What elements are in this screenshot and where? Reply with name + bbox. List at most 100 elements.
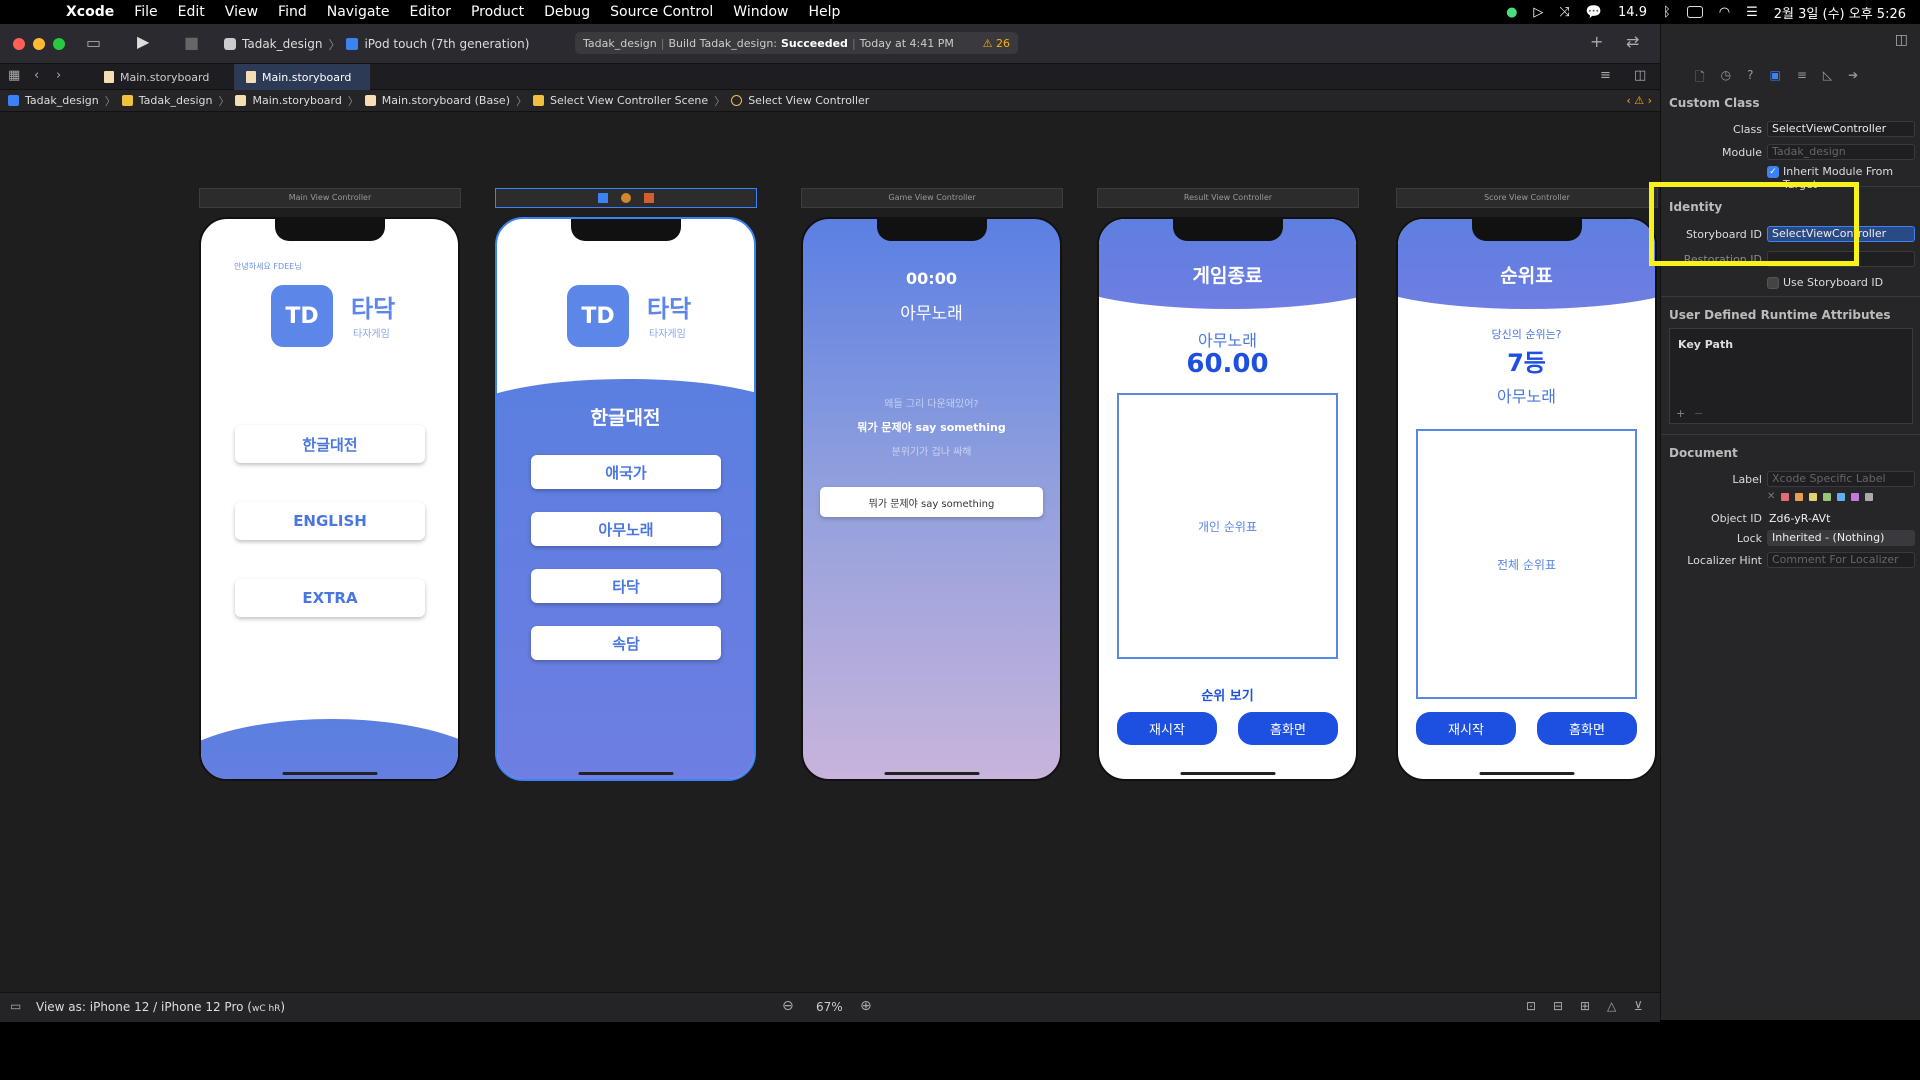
add-constraints-icon[interactable]: ⊞ bbox=[1580, 999, 1590, 1013]
scheme-selector[interactable]: Tadak_design 〉 iPod touch (7th generatio… bbox=[224, 34, 529, 54]
view-as-device-button[interactable]: View as: iPhone 12 / iPhone 12 Pro (wC h… bbox=[36, 1000, 285, 1014]
menu-edit[interactable]: Edit bbox=[168, 4, 215, 20]
localizer-hint-field[interactable]: Comment For Localizer bbox=[1767, 552, 1915, 568]
exit-icon[interactable] bbox=[643, 192, 654, 203]
minimize-window-button[interactable] bbox=[33, 38, 45, 50]
shuffle-icon[interactable]: ⤨ bbox=[1559, 5, 1569, 20]
chat-icon[interactable]: 💬 bbox=[1586, 5, 1602, 20]
song-button-aegukga[interactable]: 애국가 bbox=[531, 455, 721, 489]
menu-view[interactable]: View bbox=[215, 4, 268, 20]
scene-title-score[interactable]: Score View Controller bbox=[1396, 188, 1658, 208]
phone-game-view-controller[interactable]: 00:00 아무노래 왜들 그리 다운돼있어? 뭐가 문제야 say somet… bbox=[801, 217, 1062, 781]
resolve-autolayout-icon[interactable]: △ bbox=[1607, 999, 1616, 1013]
size-inspector-icon[interactable]: ◺ bbox=[1823, 68, 1832, 89]
toggle-inspector-icon[interactable]: ◫ bbox=[1895, 32, 1908, 48]
restart-button[interactable]: 재시작 bbox=[1117, 712, 1217, 745]
align-icon[interactable]: ⊟ bbox=[1553, 999, 1563, 1013]
remove-attribute-icon[interactable]: − bbox=[1694, 407, 1703, 420]
battery-text[interactable]: 14.9 bbox=[1618, 5, 1647, 20]
close-window-button[interactable] bbox=[13, 38, 25, 50]
module-field[interactable]: Tadak_design bbox=[1767, 144, 1915, 160]
menu-app-name[interactable]: Xcode bbox=[56, 4, 124, 20]
inherit-module-checkbox[interactable]: ✓ bbox=[1767, 166, 1779, 178]
zoom-window-button[interactable] bbox=[53, 38, 65, 50]
runtime-attributes-table[interactable]: Key Path + − bbox=[1669, 328, 1913, 424]
file-inspector-icon[interactable]: 🗋 bbox=[1695, 68, 1705, 89]
back-icon[interactable]: ‹ bbox=[34, 68, 39, 83]
menu-debug[interactable]: Debug bbox=[534, 4, 600, 20]
zoom-in-icon[interactable]: ⊕ bbox=[860, 998, 872, 1014]
storyboard-canvas[interactable]: Main View Controller Game View Controlle… bbox=[0, 112, 1660, 992]
english-button[interactable]: ENGLISH bbox=[235, 502, 425, 540]
connections-inspector-icon[interactable]: ➔ bbox=[1848, 68, 1858, 89]
embed-in-icon[interactable]: ⊻ bbox=[1634, 999, 1643, 1013]
tab-main-storyboard-2[interactable]: Main.storyboard bbox=[234, 64, 370, 90]
lock-popup[interactable]: Inherited - (Nothing) bbox=[1767, 530, 1915, 546]
menu-navigate[interactable]: Navigate bbox=[317, 4, 400, 20]
home-button[interactable]: 홈화면 bbox=[1537, 712, 1637, 745]
update-frames-icon[interactable]: ⊡ bbox=[1526, 999, 1536, 1013]
status-dot-icon[interactable]: ● bbox=[1506, 5, 1517, 20]
editor-options-icon[interactable]: ≡ bbox=[1600, 68, 1611, 83]
jumpbar-scene[interactable]: Select View Controller Scene bbox=[550, 94, 708, 107]
menu-help[interactable]: Help bbox=[799, 4, 851, 20]
label-color-swatch[interactable] bbox=[1851, 492, 1860, 501]
label-color-swatch[interactable] bbox=[1781, 492, 1790, 501]
battery-icon[interactable] bbox=[1686, 6, 1703, 18]
view-controller-icon[interactable] bbox=[598, 192, 609, 203]
use-storyboard-id-checkbox[interactable] bbox=[1767, 277, 1779, 289]
song-button-proverb[interactable]: 속담 bbox=[531, 626, 721, 660]
document-outline-toggle-icon[interactable]: ▭ bbox=[10, 999, 21, 1013]
restart-button[interactable]: 재시작 bbox=[1416, 712, 1516, 745]
stop-button-icon[interactable]: ■ bbox=[184, 33, 199, 52]
jumpbar-view-controller[interactable]: Select View Controller bbox=[748, 94, 869, 107]
navigator-toggle-icon[interactable]: ▭ bbox=[86, 33, 101, 52]
identity-inspector-icon[interactable]: ▣ bbox=[1770, 68, 1781, 89]
view-ranking-button[interactable]: 순위 보기 bbox=[1099, 685, 1356, 704]
bluetooth-icon[interactable]: ᛒ bbox=[1663, 5, 1671, 20]
jumpbar-project[interactable]: Tadak_design bbox=[25, 94, 99, 107]
phone-select-view-controller[interactable]: TD 타닥 타자게임 한글대전 애국가 아무노래 타닥 속담 bbox=[495, 217, 756, 781]
attributes-inspector-icon[interactable]: ≡ bbox=[1797, 68, 1807, 89]
forward-icon[interactable]: › bbox=[56, 68, 61, 83]
control-center-icon[interactable]: ☰ bbox=[1746, 5, 1758, 20]
menu-window[interactable]: Window bbox=[723, 4, 798, 20]
add-icon[interactable]: + bbox=[1590, 32, 1603, 51]
label-color-swatch[interactable] bbox=[1795, 492, 1804, 501]
history-inspector-icon[interactable]: ◷ bbox=[1721, 68, 1731, 89]
label-color-swatch[interactable] bbox=[1823, 492, 1832, 501]
wifi-icon[interactable]: ◠ bbox=[1719, 5, 1730, 20]
menu-find[interactable]: Find bbox=[268, 4, 317, 20]
doc-label-field[interactable]: Xcode Specific Label bbox=[1767, 471, 1915, 487]
split-editor-icon[interactable]: ◫ bbox=[1634, 68, 1646, 83]
code-review-icon[interactable]: ⇄ bbox=[1626, 32, 1639, 51]
class-field[interactable]: SelectViewController bbox=[1767, 121, 1915, 137]
issue-warning-icon[interactable]: ‹ ⚠ › bbox=[1626, 94, 1652, 107]
phone-score-view-controller[interactable]: 순위표 당신의 순위는? 7등 아무노래 전체 순위표 재시작 홈화면 bbox=[1396, 217, 1657, 781]
extra-button[interactable]: EXTRA bbox=[235, 579, 425, 617]
clock[interactable]: 2월 3일 (수) 오후 5:26 bbox=[1774, 3, 1906, 22]
scene-title-result[interactable]: Result View Controller bbox=[1097, 188, 1359, 208]
menu-product[interactable]: Product bbox=[461, 4, 534, 20]
menu-source-control[interactable]: Source Control bbox=[600, 4, 723, 20]
zoom-out-icon[interactable]: ⊖ bbox=[782, 998, 794, 1014]
help-inspector-icon[interactable]: ? bbox=[1747, 68, 1753, 89]
home-button[interactable]: 홈화면 bbox=[1238, 712, 1338, 745]
jumpbar-group[interactable]: Tadak_design bbox=[139, 94, 213, 107]
song-button-amunorae[interactable]: 아무노래 bbox=[531, 512, 721, 546]
menu-file[interactable]: File bbox=[124, 4, 167, 20]
zoom-level[interactable]: 67% bbox=[816, 1000, 843, 1014]
tab-main-storyboard-1[interactable]: Main.storyboard bbox=[92, 64, 228, 90]
typing-input[interactable]: 뭐가 문제야 say something bbox=[820, 487, 1043, 517]
jumpbar-file[interactable]: Main.storyboard bbox=[252, 94, 341, 107]
phone-main-view-controller[interactable]: 안녕하세요 FDEE님 TD 타닥 타자게임 한글대전 ENGLISH EXTR… bbox=[199, 217, 460, 781]
scene-title-game[interactable]: Game View Controller bbox=[801, 188, 1063, 208]
run-button-icon[interactable]: ▶ bbox=[137, 32, 149, 51]
clear-label-color-icon[interactable]: ✕ bbox=[1767, 491, 1775, 502]
menu-editor[interactable]: Editor bbox=[400, 4, 461, 20]
label-color-swatch[interactable] bbox=[1865, 492, 1874, 501]
first-responder-icon[interactable] bbox=[621, 192, 631, 203]
song-button-tadak[interactable]: 타닥 bbox=[531, 569, 721, 603]
label-color-swatch[interactable] bbox=[1809, 492, 1818, 501]
scene-title-select[interactable] bbox=[495, 188, 757, 208]
